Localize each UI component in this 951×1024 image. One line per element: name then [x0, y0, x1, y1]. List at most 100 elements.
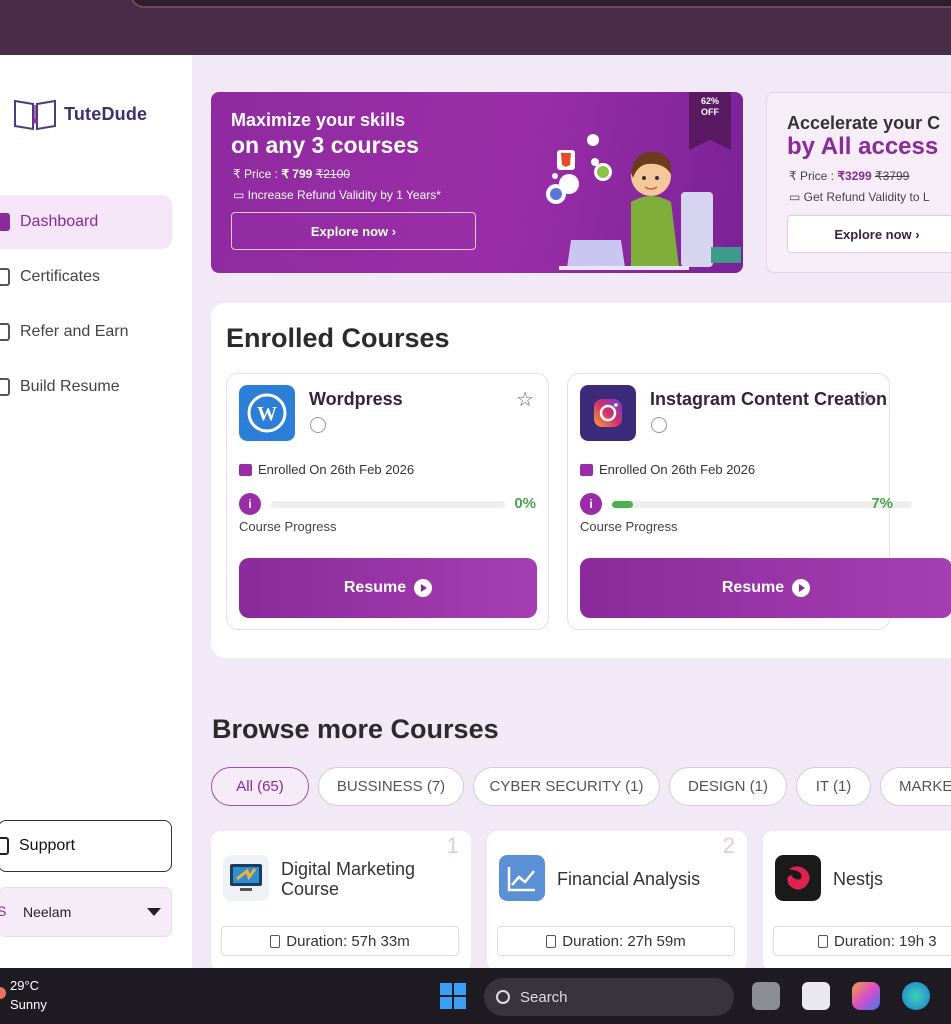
sidebar-item-build-resume[interactable]: Build Resume [0, 360, 172, 414]
sidebar-item-label: Build Resume [20, 378, 120, 395]
browse-course-card[interactable]: 1 Digital Marketing Course Duration: 57h… [211, 831, 471, 971]
refund-text: Get Refund Validity to L [803, 190, 930, 204]
wordpress-icon: W [239, 385, 295, 441]
duration-text: Duration: 27h 59m [562, 932, 686, 950]
filter-chip-marketing[interactable]: MARKE [880, 767, 951, 806]
progress-percent: 7% [871, 495, 893, 512]
resume-label: Resume [343, 579, 407, 596]
info-icon[interactable]: i [239, 493, 261, 515]
star-icon[interactable]: ☆ [516, 387, 534, 412]
explore-now-button[interactable]: Explore now › [231, 212, 476, 250]
enrolled-date: Enrolled On 26th Feb 2026 [239, 462, 414, 477]
course-name: Instagram Content Creation [650, 389, 888, 409]
explore-now-button[interactable]: Explore now › [787, 215, 951, 253]
sidebar-item-dashboard[interactable]: Dashboard [0, 195, 172, 249]
address-bar[interactable] [130, 0, 951, 8]
enrolled-date: Enrolled On 26th Feb 2026 [580, 462, 755, 477]
resume-icon [0, 378, 10, 396]
sidebar: TuteDude Dashboard Certificates Refer an… [0, 55, 192, 968]
browse-title: Browse more Courses [212, 714, 499, 744]
discount-off: OFF [701, 107, 719, 117]
resume-button[interactable]: Resume [580, 558, 951, 618]
banner-subheadline: by All access [787, 133, 939, 160]
enrolled-date-text: Enrolled On 26th Feb 2026 [599, 462, 756, 477]
promo-banner-3-courses[interactable]: Maximize your skills on any 3 courses ₹ … [211, 92, 743, 273]
price-label: Price : [243, 167, 282, 181]
logo-text: TuteDude [64, 103, 148, 124]
windows-start-icon[interactable] [440, 983, 466, 1009]
progress-label: Course Progress [239, 519, 337, 534]
old-price: ₹3799 [875, 169, 910, 183]
browse-course-card[interactable]: 2 Financial Analysis Duration: 27h 59m [487, 831, 747, 971]
calendar-icon [580, 463, 593, 476]
enrolled-courses-section: Enrolled Courses W Wordpress ☆ Enrolled … [211, 303, 951, 658]
price-value: ₹ 799 [281, 167, 313, 181]
store-icon[interactable] [802, 982, 830, 1010]
course-title-line1: Digital Marketing [281, 859, 416, 879]
explore-label: Explore now [310, 223, 389, 239]
hourglass-icon [270, 934, 281, 948]
browse-course-card[interactable]: Nestjs Duration: 19h 3 [763, 831, 951, 971]
play-icon [414, 579, 433, 597]
promo-banner-all-access[interactable]: Accelerate your C by All access ₹ Price … [766, 92, 951, 273]
chevron-right-icon: › [915, 226, 920, 242]
course-title: Digital Marketing Course [281, 859, 415, 899]
card-number: 1 [446, 833, 459, 858]
banner-subheadline: on any 3 courses [231, 132, 419, 158]
wallet-icon: ▭ [789, 190, 804, 204]
banner-headline: Maximize your skills [231, 110, 406, 130]
filter-chip-it[interactable]: IT (1) [796, 767, 871, 806]
copilot-icon[interactable] [852, 982, 880, 1010]
resume-label: Resume [721, 579, 785, 596]
taskbar-search[interactable]: Search [484, 978, 734, 1016]
support-icon [0, 837, 9, 855]
price-value: ₹3299 [837, 169, 872, 183]
sidebar-item-label: Refer and Earn [20, 323, 129, 340]
sidebar-item-certificates[interactable]: Certificates [0, 250, 172, 304]
edge-browser-icon[interactable] [902, 982, 930, 1010]
hourglass-icon [818, 934, 828, 948]
task-view-icon[interactable] [752, 982, 780, 1010]
search-icon [496, 990, 510, 1004]
banner-refund: ▭ Increase Refund Validity by 1 Years* [233, 188, 441, 202]
star-icon[interactable]: ☆ [857, 387, 875, 412]
banner-refund: ▭ Get Refund Validity to L [789, 190, 930, 204]
rupee-icon: ₹ [233, 167, 244, 181]
weather-widget[interactable]: 29°C Sunny [0, 976, 47, 1014]
book-logo-icon [14, 99, 56, 131]
support-button[interactable]: Support [0, 820, 172, 872]
duration-badge: Duration: 19h 3 [773, 926, 951, 956]
financial-analysis-icon [499, 855, 545, 901]
wallet-icon: ▭ [233, 188, 248, 202]
banner-price: ₹ Price : ₹ 799 ₹2100 [233, 167, 350, 181]
enrolled-date-text: Enrolled On 26th Feb 2026 [258, 462, 415, 477]
search-label: Search [520, 988, 568, 1006]
calendar-icon [239, 463, 252, 476]
user-name: Neelam [23, 904, 72, 920]
course-card-wordpress[interactable]: W Wordpress ☆ Enrolled On 26th Feb 2026 … [226, 373, 549, 630]
course-title: Financial Analysis [557, 869, 701, 889]
filter-chip-all[interactable]: All (65) [211, 767, 309, 806]
windows-taskbar: 29°C Sunny Search [0, 968, 951, 1024]
duration-badge: Duration: 27h 59m [497, 926, 735, 956]
discount-value: 62% [700, 96, 719, 106]
resume-button[interactable]: Resume [239, 558, 537, 618]
clock-icon [310, 417, 326, 433]
course-card-instagram[interactable]: Instagram Content Creation ☆ Enrolled On… [567, 373, 951, 630]
info-icon[interactable]: i [580, 493, 602, 515]
sun-icon [0, 987, 6, 999]
nestjs-icon [775, 855, 821, 901]
chevron-down-icon [147, 908, 161, 916]
filter-chip-cyber-security[interactable]: CYBER SECURITY (1) [473, 767, 660, 806]
logo[interactable]: TuteDude [12, 95, 147, 133]
progress-percent: 0% [514, 495, 536, 512]
card-number: 2 [722, 833, 735, 858]
progress-bar [612, 501, 912, 508]
sidebar-item-refer-and-earn[interactable]: Refer and Earn [0, 305, 172, 359]
user-menu[interactable]: S Neelam [0, 887, 172, 937]
filter-chip-design[interactable]: DESIGN (1) [669, 767, 787, 806]
filter-chip-business[interactable]: BUSSINESS (7) [318, 767, 464, 806]
clock-icon [651, 417, 667, 433]
hourglass-icon [546, 934, 557, 948]
digital-marketing-icon [223, 855, 269, 901]
